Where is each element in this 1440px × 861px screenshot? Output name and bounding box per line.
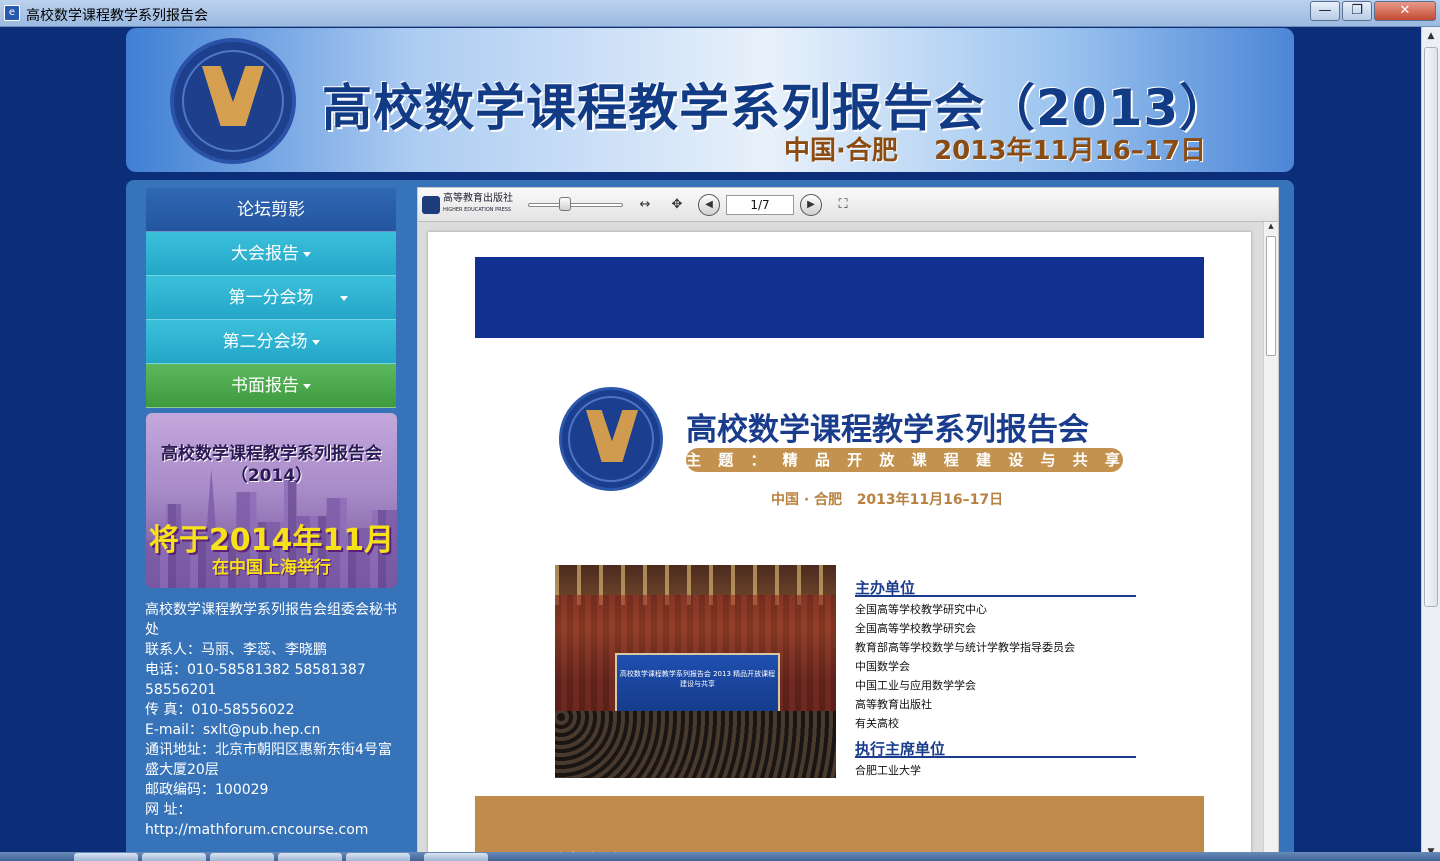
sponsors-rule [855,595,1136,597]
close-button[interactable]: ✕ [1374,1,1436,21]
conference-hall-photo: 高校数学课程教学系列报告会 2013 精品开放课程建设与共享 [555,565,836,778]
page-scrollbar-thumb[interactable] [1424,47,1438,607]
sidebar-item-plenary[interactable]: 大会报告 [146,232,396,276]
chevron-down-icon [303,383,311,389]
fullscreen-icon[interactable]: ⛶ [832,194,854,216]
viewer-toolbar: 高等教育出版社 HIGHER EDUCATION PRESS ↔ ✥ ◀ 1/7 … [418,188,1278,222]
window-titlebar: e 高校数学课程教学系列报告会 — ❐ ✕ [0,0,1440,27]
document-scrollbar[interactable]: ▲ [1263,222,1278,861]
minimize-button[interactable]: — [1310,1,1340,21]
scroll-up-icon[interactable]: ▲ [1422,27,1440,45]
page-header-bar [475,257,1204,338]
page-scrollbar[interactable]: ▲ ▼ [1421,27,1440,861]
next-page-icon[interactable]: ▶ [800,194,822,216]
sponsor-item: 全国高等学校教学研究会 [855,622,976,635]
window-title: 高校数学课程教学系列报告会 [26,8,208,24]
sponsor-item: 中国数学会 [855,660,910,673]
contact-org: 高校数学课程教学系列报告会组委会秘书处 [145,602,397,638]
sidebar-item-written-reports[interactable]: 书面报告 [146,364,396,408]
logo-ring [182,50,284,152]
sidebar-item-label: 大会报告 [231,244,299,264]
chevron-down-icon [340,296,348,301]
contact-postcode: 邮政编码：100029 [145,782,269,798]
sponsor-item: 有关高校 [855,717,899,730]
fit-width-icon[interactable]: ↔ [634,194,656,216]
doc-title: 高校数学课程教学系列报告会 [686,412,1089,448]
sidebar-item-session-2[interactable]: 第二分会场 [146,320,396,364]
publisher-name: 高等教育出版社 [443,193,513,204]
app-icon: e [4,5,20,21]
document-page: 高校数学课程教学系列报告会 主 题 ： 精 品 开 放 课 程 建 设 与 共 … [428,232,1251,861]
contact-people: 联系人：马丽、李蕊、李晓鹏 [145,642,327,658]
contact-fax: 传 真：010-58556022 [145,702,295,718]
doc-date: 中国 · 合肥 2013年11月16–17日 [771,492,1004,508]
taskbar-button[interactable] [142,853,206,861]
chevron-down-icon [303,251,311,257]
sidebar-item-label: 第二分会场 [222,332,308,352]
contact-info: 高校数学课程教学系列报告会组委会秘书处 联系人：马丽、李蕊、李晓鹏 电话：010… [145,600,401,840]
promo-2014-banner[interactable]: 高校数学课程教学系列报告会 （2014） 将于2014年11月 在中国上海举行 [146,413,397,588]
sponsor-item: 高等教育出版社 [855,698,932,711]
photo-screen-text: 高校数学课程教学系列报告会 2013 精品开放课程建设与共享 [619,670,776,688]
taskbar-button[interactable] [74,853,138,861]
sponsor-item: 中国工业与应用数学学会 [855,679,976,692]
forum-logo [170,38,296,164]
site-banner: 高校数学课程教学系列报告会（2013） 中国·合肥 2013年11月16–17日 [126,28,1294,172]
sponsor-item: 全国高等学校教学研究中心 [855,603,987,616]
doc-scroll-up-icon[interactable]: ▲ [1264,222,1278,234]
contact-site-label: 网 址： [145,802,192,818]
document-scrollbar-thumb[interactable] [1266,236,1276,356]
os-taskbar [0,852,1440,861]
page-number-input[interactable]: 1/7 [726,195,794,215]
doc-theme: 主 题 ： 精 品 开 放 课 程 建 设 与 共 享 [686,448,1123,472]
sidebar-nav: 论坛剪影 大会报告 第一分会场 第二分会场 书面报告 [146,188,396,408]
taskbar-button[interactable] [424,853,488,861]
sidebar-item-label: 书面报告 [231,376,299,396]
publisher-logo: 高等教育出版社 HIGHER EDUCATION PRESS [422,194,522,215]
sidebar-header[interactable]: 论坛剪影 [146,188,396,232]
publisher-name-en: HIGHER EDUCATION PRESS [443,207,512,213]
zoom-slider-handle[interactable] [559,197,571,211]
chevron-down-icon [311,339,320,345]
contact-phone: 电话：010-58581382 58581387 58556201 [145,662,366,698]
prev-page-icon[interactable]: ◀ [698,194,720,216]
document-canvas[interactable]: 高校数学课程教学系列报告会 主 题 ： 精 品 开 放 课 程 建 设 与 共 … [418,222,1263,861]
taskbar-button[interactable] [346,853,410,861]
sidebar-header-label: 论坛剪影 [237,200,305,220]
sponsor-item: 教育部高等学校数学与统计学教学指导委员会 [855,641,1075,654]
fit-page-icon[interactable]: ✥ [666,194,688,216]
sidebar-item-session-1[interactable]: 第一分会场 [146,276,396,320]
publisher-logo-icon [422,195,440,214]
taskbar-button[interactable] [278,853,342,861]
maximize-button[interactable]: ❐ [1342,1,1372,21]
banner-subtitle: 中国·合肥 2013年11月16–17日 [784,136,1206,166]
photo-audience [555,711,836,778]
sidebar-item-label: 第一分会场 [228,288,314,308]
contact-site-link[interactable]: http://mathforum.cncourse.com [145,820,401,840]
promo-line-4: 在中国上海举行 [212,558,331,578]
promo-line-2: （2014） [230,466,313,486]
document-viewer: 高等教育出版社 HIGHER EDUCATION PRESS ↔ ✥ ◀ 1/7 … [417,187,1279,861]
exec-rule [855,756,1136,758]
zoom-slider-track[interactable] [528,203,623,207]
contact-email: E-mail：sxlt@pub.hep.cn [145,722,321,738]
contact-address: 通讯地址：北京市朝阳区惠新东街4号富盛大厦20层 [145,742,392,778]
exec-item: 合肥工业大学 [855,764,921,777]
doc-forum-logo [559,387,663,491]
photo-stage-screen: 高校数学课程教学系列报告会 2013 精品开放课程建设与共享 [615,653,780,713]
taskbar-button[interactable] [210,853,274,861]
